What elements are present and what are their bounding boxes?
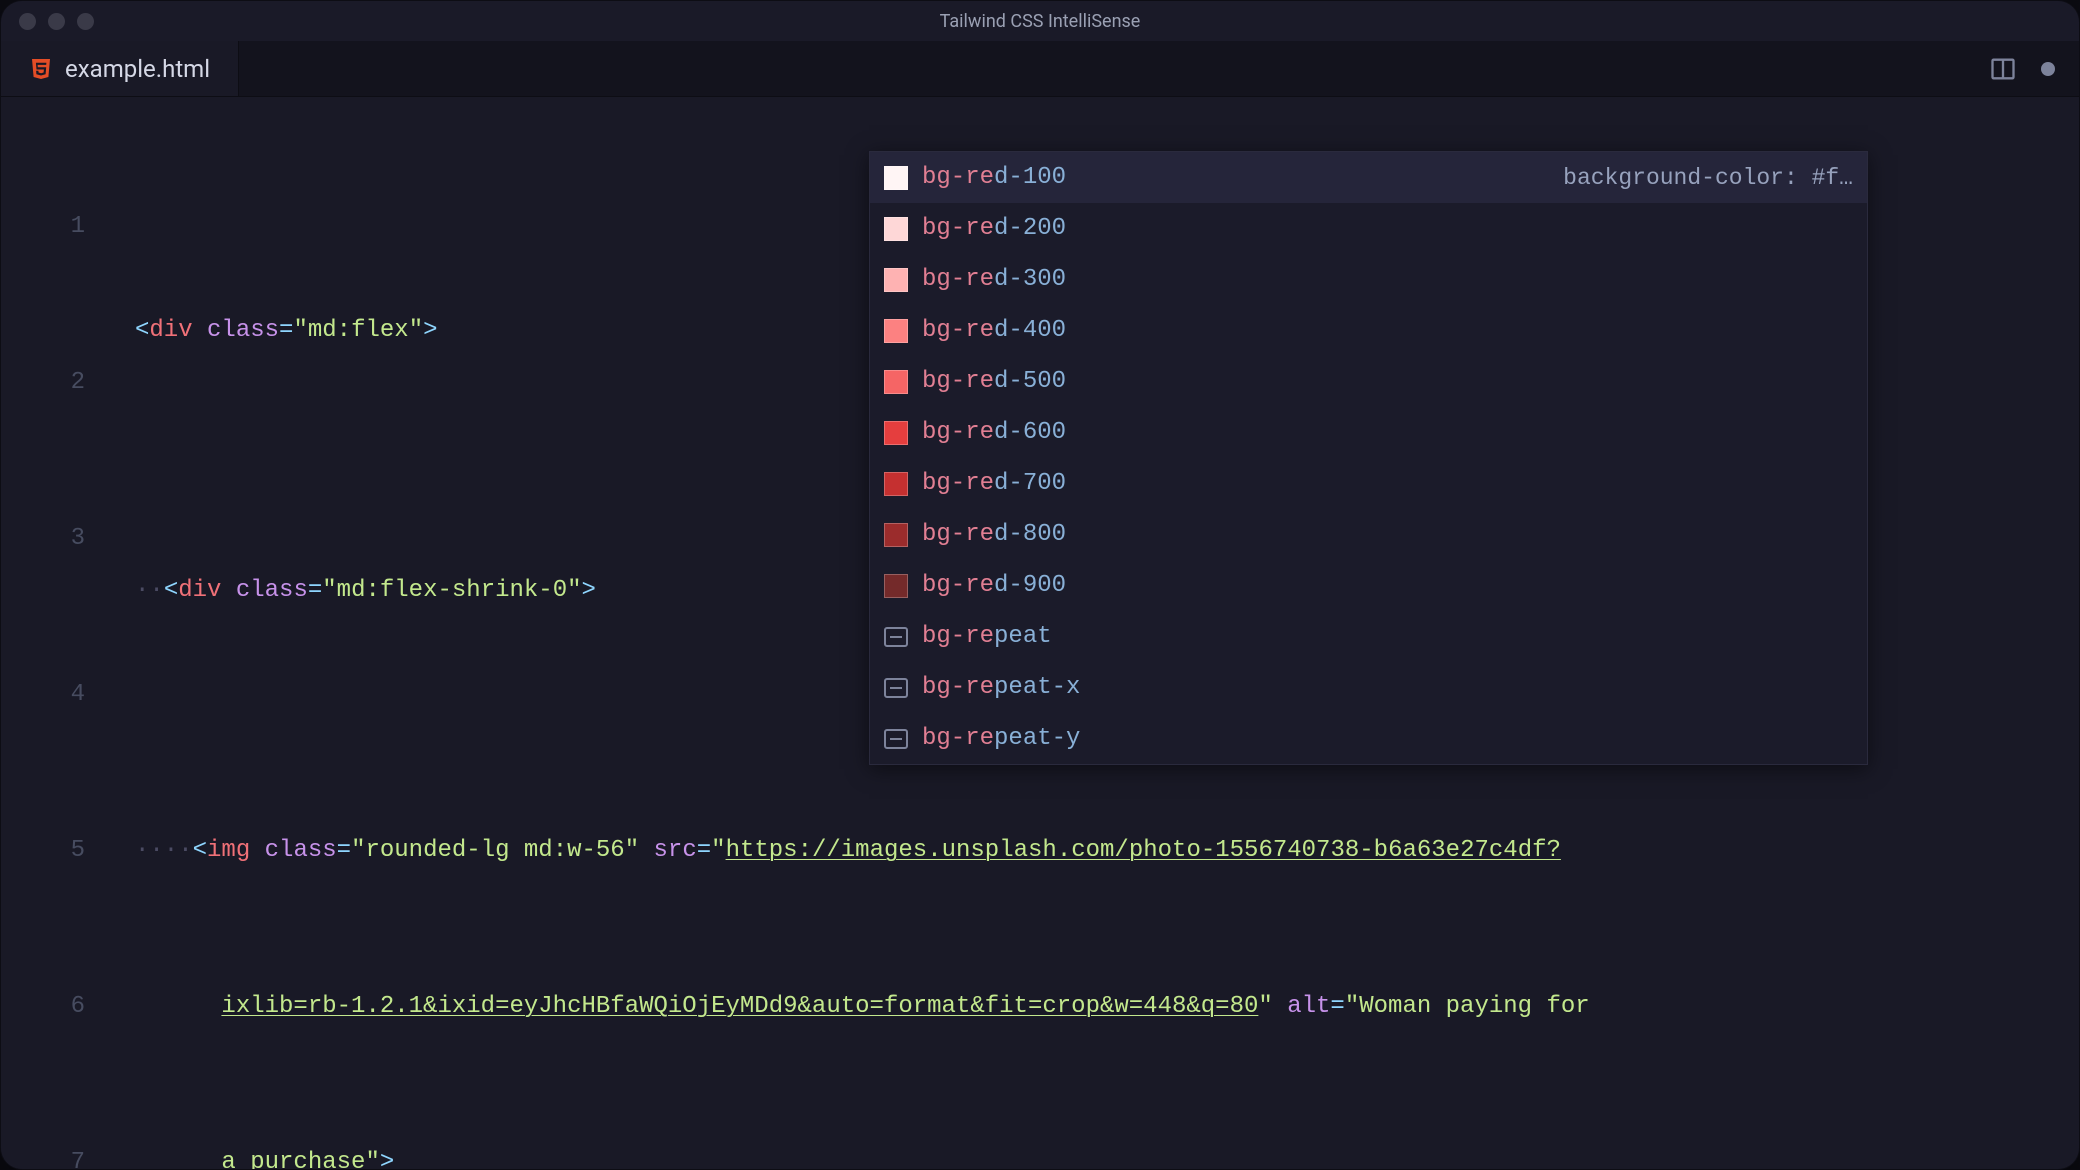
split-editor-icon[interactable] <box>1989 55 2017 83</box>
suggest-item[interactable]: bg-red-300 <box>870 254 1867 305</box>
color-swatch-icon <box>884 574 908 598</box>
suggest-label: bg-repeat-x <box>922 662 1080 714</box>
zoom-dot-icon[interactable] <box>77 13 94 30</box>
suggest-item[interactable]: bg-repeat <box>870 611 1867 662</box>
suggest-label: bg-red-500 <box>922 356 1066 408</box>
suggest-label: bg-red-600 <box>922 407 1066 459</box>
suggest-item[interactable]: bg-red-600 <box>870 407 1867 458</box>
color-swatch-icon <box>884 472 908 496</box>
suggest-item[interactable]: bg-red-800 <box>870 509 1867 560</box>
color-swatch-icon <box>884 421 908 445</box>
suggest-label: bg-red-200 <box>922 203 1066 255</box>
line-number: 6 <box>1 981 85 1033</box>
line-number: 7 <box>1 1137 85 1170</box>
suggest-label: bg-repeat-y <box>922 713 1080 765</box>
suggest-item[interactable]: bg-repeat-y <box>870 713 1867 764</box>
suggest-item[interactable]: bg-red-100 background-color: #f… <box>870 152 1867 203</box>
autocomplete-popup[interactable]: bg-red-100 background-color: #f… bg-red-20… <box>869 151 1868 765</box>
suggest-label: bg-red-700 <box>922 458 1066 510</box>
line-number: 4 <box>1 669 85 721</box>
value-kind-icon <box>884 729 908 749</box>
line-number-gutter: 1 2 3 4 5 6 7 8 9 10 11 <box>1 97 111 1169</box>
suggest-item[interactable]: bg-red-900 <box>870 560 1867 611</box>
color-swatch-icon <box>884 319 908 343</box>
value-kind-icon <box>884 678 908 698</box>
tabbar-actions <box>1989 41 2079 96</box>
code-line[interactable]: ····<img class="rounded-lg md:w-56" src=… <box>135 825 2079 877</box>
code-line-wrap[interactable]: ixlib=rb-1.2.1&ixid=eyJhcHBfaWQiOjEyMDd9… <box>135 981 2079 1033</box>
window-title: Tailwind CSS IntelliSense <box>1 11 2079 32</box>
suggest-label: bg-red-800 <box>922 509 1066 561</box>
tabbar: example.html <box>1 41 2079 97</box>
value-kind-icon <box>884 627 908 647</box>
color-swatch-icon <box>884 268 908 292</box>
suggest-label: bg-red-400 <box>922 305 1066 357</box>
unsaved-indicator-icon <box>2041 62 2055 76</box>
tab-example-html[interactable]: example.html <box>1 41 239 96</box>
color-swatch-icon <box>884 370 908 394</box>
suggest-item[interactable]: bg-repeat-x <box>870 662 1867 713</box>
color-swatch-icon <box>884 217 908 241</box>
line-number: 3 <box>1 513 85 565</box>
code-line-wrap[interactable]: a purchase"> <box>135 1137 2079 1169</box>
titlebar: Tailwind CSS IntelliSense <box>1 1 2079 41</box>
close-dot-icon[interactable] <box>19 13 36 30</box>
code-editor[interactable]: 1 2 3 4 5 6 7 8 9 10 11 <div class="md:f… <box>1 97 2079 1169</box>
suggest-item[interactable]: bg-red-700 <box>870 458 1867 509</box>
traffic-lights <box>19 13 94 30</box>
suggest-item[interactable]: bg-red-400 <box>870 305 1867 356</box>
suggest-detail: background-color: #f… <box>1563 152 1853 204</box>
color-swatch-icon <box>884 166 908 190</box>
tab-group: example.html <box>1 41 239 96</box>
suggest-label: bg-red-100 <box>922 152 1066 204</box>
editor-window: Tailwind CSS IntelliSense example.html 1… <box>0 0 2080 1170</box>
suggest-item[interactable]: bg-red-200 <box>870 203 1867 254</box>
code-area[interactable]: <div class="md:flex"> ··<div class="md:f… <box>111 97 2079 1169</box>
line-number: 1 <box>1 201 85 253</box>
minimize-dot-icon[interactable] <box>48 13 65 30</box>
tab-filename: example.html <box>65 55 210 83</box>
suggest-label: bg-red-900 <box>922 560 1066 612</box>
html-file-icon <box>29 57 53 81</box>
color-swatch-icon <box>884 523 908 547</box>
line-number: 5 <box>1 825 85 877</box>
suggest-item[interactable]: bg-red-500 <box>870 356 1867 407</box>
suggest-label: bg-repeat <box>922 611 1052 663</box>
suggest-label: bg-red-300 <box>922 254 1066 306</box>
line-number: 2 <box>1 357 85 409</box>
